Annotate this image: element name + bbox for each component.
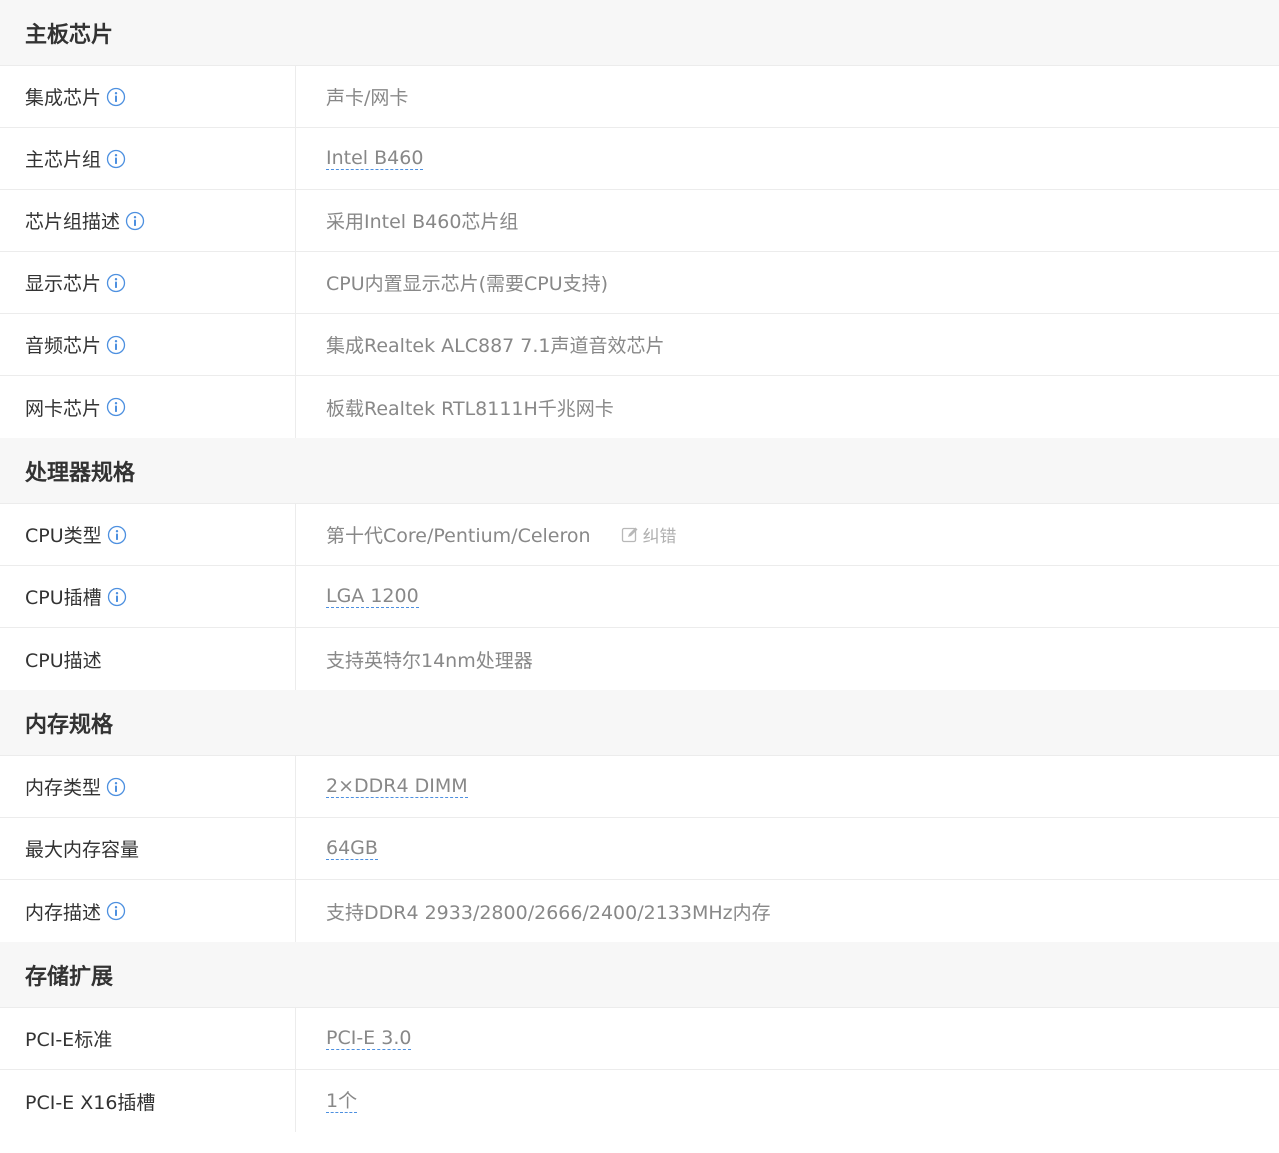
spec-label-cell: 主芯片组 (0, 128, 296, 189)
spec-value-cell: CPU内置显示芯片(需要CPU支持) (296, 252, 1279, 313)
spec-value-link[interactable]: PCI-E 3.0 (326, 1027, 412, 1050)
info-icon[interactable] (106, 901, 126, 921)
info-icon[interactable] (125, 211, 145, 231)
spec-value-cell: LGA 1200 (296, 566, 1279, 627)
spec-row-main-chipset: 主芯片组 Intel B460 (0, 128, 1279, 190)
spec-label-cell: CPU类型 (0, 504, 296, 565)
spec-value: 声卡/网卡 (326, 87, 409, 109)
spec-value-cell: 第十代Core/Pentium/Celeron 纠错 (296, 504, 1279, 565)
spec-value-cell: 支持英特尔14nm处理器 (296, 628, 1279, 690)
spec-row-memory-description: 内存描述 支持DDR4 2933/2800/2666/2400/2133MHz内… (0, 880, 1279, 942)
spec-value-cell: 支持DDR4 2933/2800/2666/2400/2133MHz内存 (296, 880, 1279, 942)
spec-label-cell: 显示芯片 (0, 252, 296, 313)
spec-value-cell: 64GB (296, 818, 1279, 879)
spec-value-cell: 采用Intel B460芯片组 (296, 190, 1279, 251)
info-icon[interactable] (106, 87, 126, 107)
spec-label: 最大内存容量 (25, 839, 140, 861)
spec-label-cell: 内存描述 (0, 880, 296, 942)
spec-value: 集成Realtek ALC887 7.1声道音效芯片 (326, 335, 665, 357)
spec-label-cell: 集成芯片 (0, 66, 296, 127)
spec-row-pcie-x16-slots: PCI-E X16插槽 1个 (0, 1070, 1279, 1132)
spec-value-link[interactable]: 1个 (326, 1090, 358, 1113)
spec-row-chipset-description: 芯片组描述 采用Intel B460芯片组 (0, 190, 1279, 252)
spec-row-max-memory: 最大内存容量 64GB (0, 818, 1279, 880)
spec-value: 支持英特尔14nm处理器 (326, 649, 533, 672)
spec-row-display-chip: 显示芯片 CPU内置显示芯片(需要CPU支持) (0, 252, 1279, 314)
spec-label: 网卡芯片 (25, 397, 102, 420)
spec-label: 音频芯片 (25, 335, 102, 357)
spec-value-link[interactable]: 64GB (326, 837, 378, 860)
spec-label-cell: CPU描述 (0, 628, 296, 690)
info-icon[interactable] (106, 777, 126, 797)
info-icon[interactable] (106, 335, 126, 355)
section-header-chipset: 主板芯片 (0, 0, 1279, 66)
spec-row-pcie-standard: PCI-E标准 PCI-E 3.0 (0, 1008, 1279, 1070)
spec-row-integrated-chip: 集成芯片 声卡/网卡 (0, 66, 1279, 128)
spec-value: 支持DDR4 2933/2800/2666/2400/2133MHz内存 (326, 901, 771, 924)
spec-value-cell: 1个 (296, 1070, 1279, 1132)
spec-value-cell: 2×DDR4 DIMM (296, 756, 1279, 817)
info-icon[interactable] (107, 525, 127, 545)
section-header-processor: 处理器规格 (0, 438, 1279, 504)
section-header-storage: 存储扩展 (0, 942, 1279, 1008)
report-error-label: 纠错 (642, 527, 677, 547)
spec-label: 内存描述 (25, 901, 102, 924)
section-header-memory: 内存规格 (0, 690, 1279, 756)
info-icon[interactable] (106, 149, 126, 169)
spec-label-cell: 最大内存容量 (0, 818, 296, 879)
spec-value-link[interactable]: Intel B460 (326, 147, 424, 170)
spec-value-cell: 板载Realtek RTL8111H千兆网卡 (296, 376, 1279, 438)
spec-row-network-chip: 网卡芯片 板载Realtek RTL8111H千兆网卡 (0, 376, 1279, 438)
spec-row-cpu-socket: CPU插槽 LGA 1200 (0, 566, 1279, 628)
info-icon[interactable] (107, 587, 127, 607)
spec-label: 主芯片组 (25, 149, 102, 171)
spec-label-cell: 网卡芯片 (0, 376, 296, 438)
spec-value: 板载Realtek RTL8111H千兆网卡 (326, 397, 614, 420)
spec-value-cell: PCI-E 3.0 (296, 1008, 1279, 1069)
spec-row-cpu-type: CPU类型 第十代Core/Pentium/Celeron 纠错 (0, 504, 1279, 566)
spec-label-cell: 芯片组描述 (0, 190, 296, 251)
spec-label-cell: CPU插槽 (0, 566, 296, 627)
spec-value: CPU内置显示芯片(需要CPU支持) (326, 273, 609, 295)
spec-value: 第十代Core/Pentium/Celeron (326, 525, 591, 547)
spec-label-cell: 内存类型 (0, 756, 296, 817)
spec-table: 主板芯片 集成芯片 声卡/网卡 主芯片组 Intel B460 芯片组描述 采用… (0, 0, 1279, 1132)
spec-label: CPU类型 (25, 525, 102, 547)
spec-label: 集成芯片 (25, 87, 102, 109)
spec-label: 内存类型 (25, 777, 102, 799)
spec-value-cell: 集成Realtek ALC887 7.1声道音效芯片 (296, 314, 1279, 375)
spec-value-cell: 声卡/网卡 (296, 66, 1279, 127)
spec-label: 芯片组描述 (25, 211, 121, 233)
spec-label-cell: PCI-E标准 (0, 1008, 296, 1069)
spec-label: CPU插槽 (25, 587, 102, 609)
spec-label: PCI-E标准 (25, 1029, 113, 1051)
spec-value-cell: Intel B460 (296, 128, 1279, 189)
spec-row-audio-chip: 音频芯片 集成Realtek ALC887 7.1声道音效芯片 (0, 314, 1279, 376)
spec-value: 采用Intel B460芯片组 (326, 211, 519, 233)
spec-value-link[interactable]: 2×DDR4 DIMM (326, 775, 468, 798)
edit-icon (621, 527, 638, 542)
spec-label: PCI-E X16插槽 (25, 1091, 156, 1114)
spec-value-link[interactable]: LGA 1200 (326, 585, 419, 608)
spec-label-cell: 音频芯片 (0, 314, 296, 375)
spec-row-memory-type: 内存类型 2×DDR4 DIMM (0, 756, 1279, 818)
report-error-button[interactable]: 纠错 (621, 522, 677, 547)
spec-label: 显示芯片 (25, 273, 102, 295)
spec-label-cell: PCI-E X16插槽 (0, 1070, 296, 1132)
info-icon[interactable] (106, 273, 126, 293)
info-icon[interactable] (106, 397, 126, 417)
spec-row-cpu-description: CPU描述 支持英特尔14nm处理器 (0, 628, 1279, 690)
spec-label: CPU描述 (25, 649, 102, 672)
